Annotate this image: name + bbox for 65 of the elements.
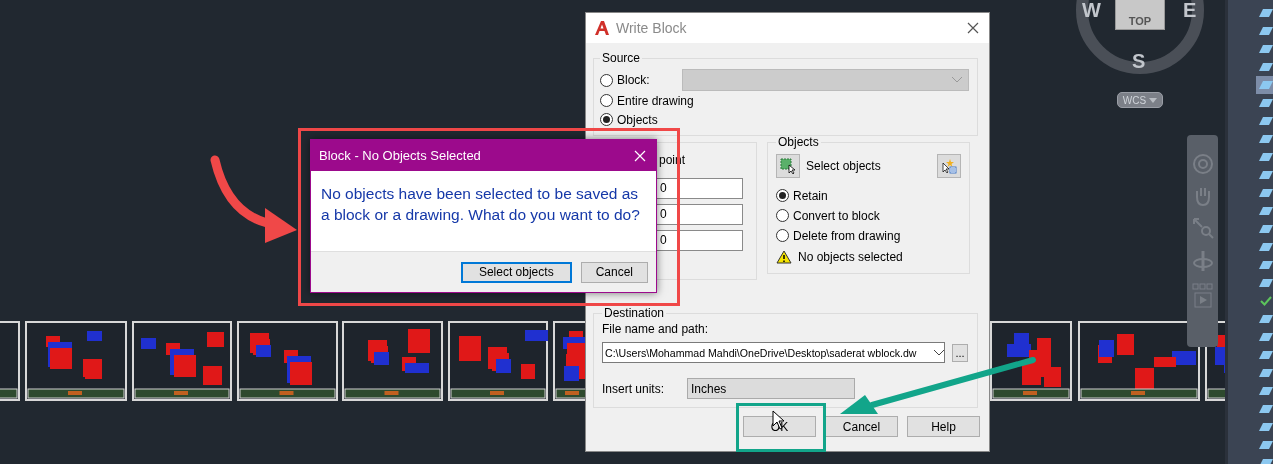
warning-text: No objects selected (798, 250, 903, 264)
layer-icon (1259, 189, 1273, 197)
layer-icon (1259, 333, 1273, 341)
caret-icon[interactable] (934, 349, 944, 356)
view-cube[interactable]: TOP (1115, 0, 1165, 30)
close-icon[interactable] (967, 22, 979, 34)
group-label: Destination (603, 306, 666, 320)
group-label: Source (601, 51, 642, 65)
radio-button[interactable] (600, 94, 613, 107)
layer-icon (1259, 387, 1273, 395)
layer-icon (1259, 441, 1273, 449)
check-icon (1260, 296, 1272, 306)
radio-button[interactable] (776, 189, 789, 202)
units-dropdown[interactable]: Inches (687, 378, 855, 399)
dialog-button[interactable]: Cancel (825, 416, 898, 437)
radio-button[interactable] (600, 113, 613, 126)
layer-icon (1259, 81, 1273, 89)
browse-button[interactable]: ... (952, 343, 968, 362)
dialog-title: Block - No Objects Selected (319, 148, 482, 163)
radio-label[interactable]: Block: (617, 73, 650, 87)
group-label: Objects (777, 136, 820, 148)
file-path-field[interactable]: C:\Users\Mohammad Mahdi\OneDrive\Desktop\saderat wblock.dw (602, 342, 945, 363)
compass-label[interactable]: E (1183, 0, 1197, 22)
layer-icon (1259, 45, 1273, 53)
layer-icon (1259, 369, 1273, 377)
field-label: Insert units: (602, 381, 666, 396)
layer-icon (1259, 207, 1273, 215)
radio-button[interactable] (776, 209, 789, 222)
layer-icon (1259, 99, 1273, 107)
radio-label[interactable]: Convert to block (793, 208, 880, 223)
layer-icon (1259, 423, 1273, 431)
layer-icon (1259, 243, 1273, 251)
select-objects-label[interactable]: Select objects (806, 159, 881, 173)
message-text: No objects have been selected to be saved as a block or a drawing. What do you want to do? (320, 184, 641, 225)
radio-button[interactable] (600, 73, 613, 87)
layer-icon (1259, 63, 1273, 71)
layer-icon (1259, 261, 1273, 269)
radio-label[interactable]: Entire drawing (617, 93, 694, 108)
layer-icon (1259, 315, 1273, 323)
radio-label[interactable]: Objects (617, 112, 658, 127)
layer-icon (1259, 171, 1273, 179)
layer-icon (1259, 27, 1273, 35)
layer-icon (1259, 225, 1273, 233)
layer-icon (1259, 117, 1273, 125)
field-label: File name and path: (602, 322, 710, 336)
select-objects-icon[interactable] (776, 154, 800, 178)
layer-icon (1259, 9, 1273, 17)
quick-select-icon[interactable] (937, 154, 961, 178)
dialog-button[interactable]: Help (907, 416, 980, 437)
radio-label[interactable]: Delete from drawing (793, 228, 901, 243)
compass-label[interactable]: S (1132, 50, 1146, 73)
cursor-icon (772, 410, 786, 430)
layer-icon (1259, 405, 1273, 413)
window-title: Write Block (616, 20, 688, 36)
dialog-button[interactable]: Select objects (460, 261, 572, 283)
warning-icon (776, 250, 792, 264)
layer-icon (1259, 351, 1273, 359)
app-logo-icon (594, 20, 610, 36)
radio-button[interactable] (776, 229, 789, 242)
compass-label[interactable]: W (1082, 0, 1101, 22)
layer-icon (1259, 279, 1273, 287)
dialog-button[interactable]: Cancel (580, 261, 648, 283)
radio-label[interactable]: Retain (793, 188, 828, 203)
layer-icon (1259, 135, 1273, 143)
layer-icon (1259, 153, 1273, 161)
